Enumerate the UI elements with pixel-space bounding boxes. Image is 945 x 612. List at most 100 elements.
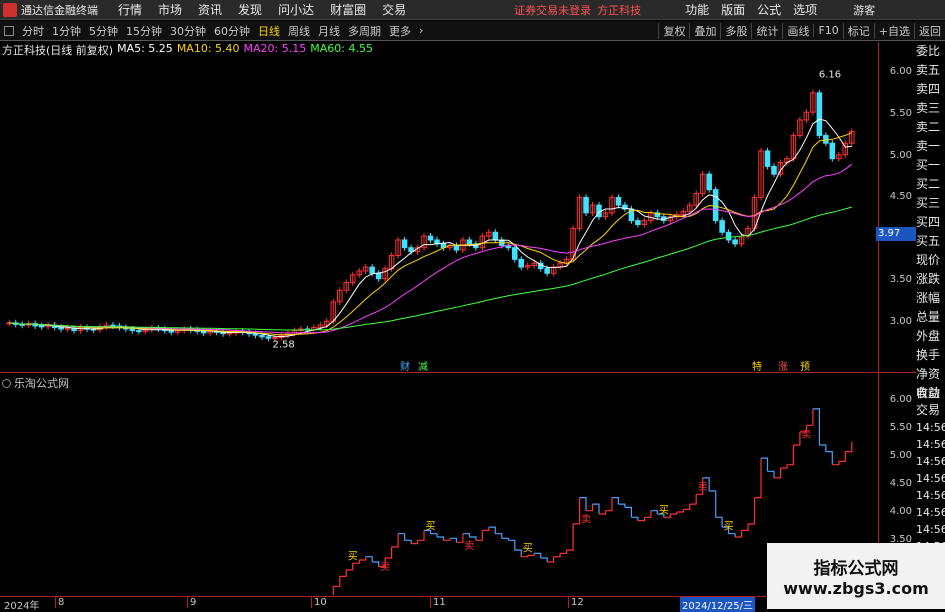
buy-signal: 买	[37, 594, 47, 595]
buy-signal: 买	[426, 521, 436, 533]
side-tab-price[interactable]: 现价	[916, 251, 945, 270]
toolbar-checkbox[interactable]	[4, 25, 14, 36]
indicator-step	[411, 540, 419, 545]
menu-market[interactable]: 行情	[110, 1, 150, 18]
indicator-toggle-icon[interactable]	[2, 378, 11, 388]
indicator-tick: 6.00	[889, 394, 912, 405]
period-5min[interactable]: 5分钟	[85, 23, 122, 39]
side-tab-sell3[interactable]: 卖三	[916, 99, 945, 118]
indicator-step	[812, 408, 820, 445]
side-tab-volume[interactable]: 总量	[916, 308, 945, 327]
side-tab-sell5[interactable]: 卖五	[916, 61, 945, 80]
stock-name-notice: 方正科技	[597, 3, 642, 17]
multi-stock-button[interactable]: 多股	[720, 22, 751, 39]
menu-function[interactable]: 功能	[679, 1, 715, 18]
stats-button[interactable]: 统计	[751, 22, 782, 39]
candle-body	[265, 336, 272, 339]
period-more[interactable]: 更多	[385, 23, 415, 39]
price-axis: 6.00 5.50 5.00 4.50 4.00 3.50 3.00	[878, 42, 915, 372]
menu-wealth-circle[interactable]: 财富圈	[322, 1, 374, 18]
indicator-step	[689, 494, 697, 505]
ma-line-ma20	[9, 163, 853, 334]
period-1min[interactable]: 1分钟	[48, 23, 85, 39]
indicator-step	[547, 556, 555, 563]
period-weekly[interactable]: 周线	[284, 23, 314, 39]
indicator-step	[767, 470, 775, 478]
side-tab-sell2[interactable]: 卖二	[916, 118, 945, 137]
indicator-step	[579, 497, 587, 511]
indicator-step	[586, 504, 594, 512]
date-label-year: 2024年	[4, 601, 40, 612]
menu-formula[interactable]: 公式	[751, 1, 787, 18]
trade-time: 14:56	[916, 438, 945, 451]
period-intraday[interactable]: 分时	[18, 23, 48, 39]
menu-news[interactable]: 资讯	[190, 1, 230, 18]
auto-tab[interactable]: 自动	[916, 385, 945, 402]
indicator-step	[534, 552, 542, 558]
side-tab-buy4[interactable]: 买四	[916, 213, 945, 232]
sell-signal: 卖	[801, 428, 811, 440]
period-15min[interactable]: 15分钟	[122, 23, 166, 39]
side-tab-sell1[interactable]: 卖一	[916, 137, 945, 156]
side-tab-change-pct[interactable]: 涨幅	[916, 289, 945, 308]
kline-chart[interactable]: 6.16 2.58 财减 特 涨 预	[0, 42, 878, 372]
menu-assistant[interactable]: 问小达	[270, 1, 322, 18]
mark-button[interactable]: 标记	[842, 22, 874, 39]
indicator-step	[650, 510, 658, 514]
indicator-step	[825, 451, 833, 465]
stock-info-bar: 方正科技(日线 前复权) MA5: 5.25 MA10: 5.40 MA20: …	[2, 42, 377, 57]
indicator-chart[interactable]: 买卖买卖买卖买卖买卖买卖买卖	[0, 373, 878, 595]
chevron-right-icon[interactable]: ›	[415, 24, 427, 37]
f10-button[interactable]: F10	[813, 24, 842, 37]
period-60min[interactable]: 60分钟	[210, 23, 254, 39]
add-watchlist-button[interactable]: +自选	[873, 22, 914, 39]
indicator-step	[332, 586, 334, 595]
guest-user[interactable]: 游客	[853, 2, 875, 18]
side-tab-sell4[interactable]: 卖四	[916, 80, 945, 99]
event-marker: 减	[418, 361, 428, 372]
candle-body	[732, 239, 738, 245]
menu-market-center[interactable]: 市场	[150, 1, 190, 18]
period-30min[interactable]: 30分钟	[166, 23, 210, 39]
menu-discover[interactable]: 发现	[230, 1, 270, 18]
indicator-step	[670, 512, 678, 515]
side-tab-outer[interactable]: 外盘	[916, 327, 945, 346]
overlay-button[interactable]: 叠加	[689, 22, 720, 39]
trade-time: 14:56	[916, 506, 945, 519]
trade-tab[interactable]: 交易	[916, 402, 945, 419]
indicator-step	[644, 510, 652, 518]
period-multi[interactable]: 多周期	[344, 23, 385, 39]
side-tab-turnover[interactable]: 换手	[916, 346, 945, 365]
login-notice[interactable]: 证券交易未登录	[514, 2, 591, 18]
current-price-marker: 3.97	[876, 227, 916, 241]
side-tab-net-assets[interactable]: 净资	[916, 365, 945, 384]
menu-options[interactable]: 选项	[787, 1, 823, 18]
candles-group	[6, 89, 855, 342]
adjust-button[interactable]: 复权	[658, 22, 689, 39]
side-tab-buy5[interactable]: 买五	[916, 232, 945, 251]
candle-body	[518, 258, 525, 268]
ma-lines-group	[9, 118, 853, 338]
quote-side-panel: 委比 卖五 卖四 卖三 卖二 卖一 买一 买二 买三 买四 买五 现价 涨跌 涨…	[916, 42, 945, 403]
indicator-step	[540, 557, 548, 562]
side-tab-buy3[interactable]: 买三	[916, 194, 945, 213]
indicator-step	[819, 444, 827, 452]
indicator-step	[761, 457, 769, 472]
side-tab-buy2[interactable]: 买二	[916, 175, 945, 194]
menu-layout[interactable]: 版面	[715, 1, 751, 18]
draw-line-button[interactable]: 画线	[782, 22, 813, 39]
candle-body	[369, 266, 375, 274]
low-price-label: 2.58	[272, 340, 294, 351]
side-tab-entrust-ratio[interactable]: 委比	[916, 42, 945, 61]
indicator-step	[385, 546, 393, 559]
menu-bar: 通达信金融终端 行情 市场 资讯 发现 问小达 财富圈 交易 证券交易未登录 方…	[0, 0, 945, 20]
indicator-step	[774, 468, 782, 479]
period-daily[interactable]: 日线	[254, 23, 284, 39]
stock-title: 方正科技(日线 前复权)	[2, 44, 114, 57]
back-button[interactable]: 返回	[914, 22, 945, 39]
period-monthly[interactable]: 月线	[314, 23, 344, 39]
menu-trade[interactable]: 交易	[374, 1, 414, 18]
indicator-step	[566, 523, 574, 551]
side-tab-buy1[interactable]: 买一	[916, 156, 945, 175]
side-tab-change[interactable]: 涨跌	[916, 270, 945, 289]
